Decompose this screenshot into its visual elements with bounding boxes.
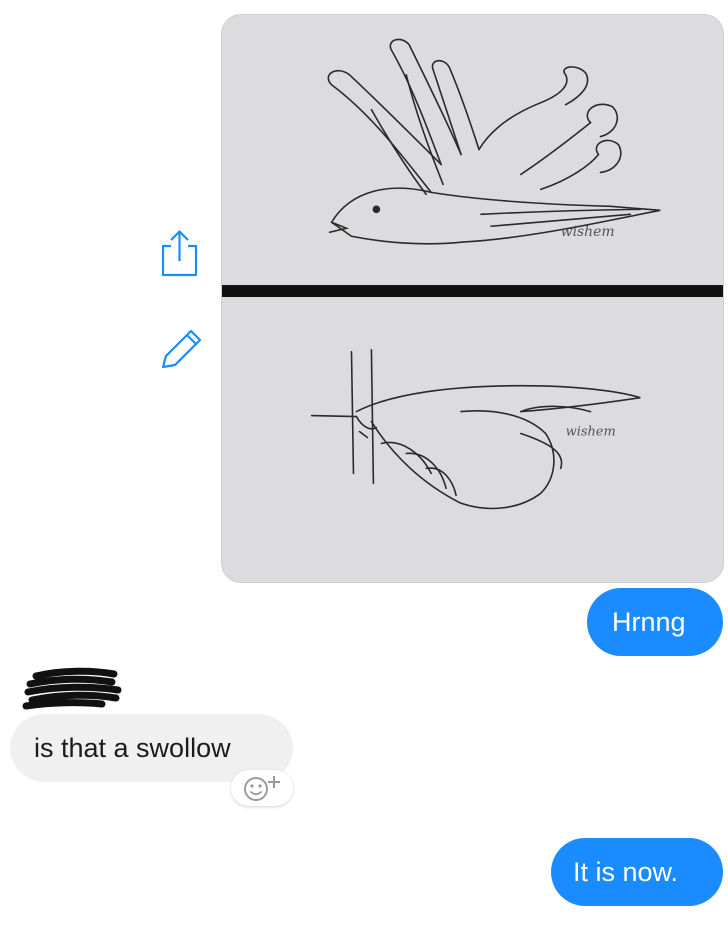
message-text: is that a swollow (34, 732, 231, 763)
add-reaction-icon (244, 776, 280, 801)
message-bubble-sent[interactable]: It is now. (551, 838, 723, 906)
message-bubble-sent[interactable]: Hrnng (587, 588, 723, 656)
message-text: Hrnng (612, 606, 686, 637)
pencil-icon[interactable] (159, 327, 205, 371)
share-icon[interactable] (158, 228, 202, 278)
redacted-avatar (22, 667, 122, 710)
watermark-bottom: wishem (566, 425, 616, 440)
add-reaction-button[interactable] (231, 770, 293, 806)
drawing-image: wishem wishem (222, 15, 723, 582)
shared-image[interactable]: wishem wishem (221, 14, 724, 583)
panel-divider (222, 285, 723, 298)
message-text: It is now. (573, 856, 679, 887)
watermark-top: wishem (561, 224, 615, 240)
